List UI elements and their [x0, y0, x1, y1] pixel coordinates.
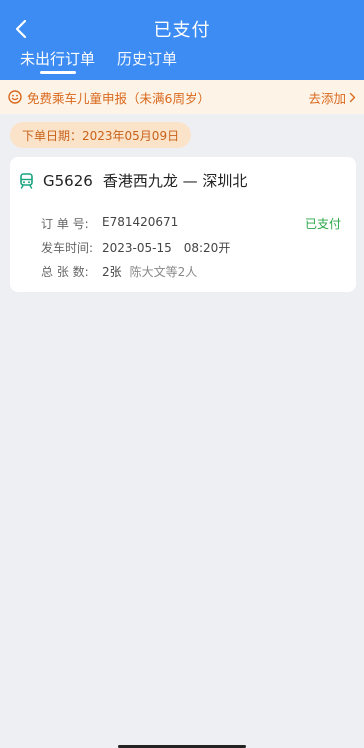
order-date-badge: 下单日期：2023年05月09日: [10, 122, 192, 148]
ticket-count-row: 2张 陈大文等2人: [102, 263, 197, 280]
departure-time: 2023-05-15 08:20开: [102, 241, 231, 255]
ticket-count: 2张: [102, 265, 122, 279]
order-number: E781420671: [102, 215, 179, 229]
passenger-names: 陈大文等2人: [129, 265, 198, 279]
departure-time-label: 发车时间:: [41, 241, 94, 255]
child-declaration-banner[interactable]: 免费乘车儿童申报（未满6周岁） 去添加: [0, 80, 364, 114]
train-row: G5626 香港西九龙 — 深圳北: [20, 170, 247, 191]
train-number: G5626: [43, 171, 93, 190]
tab-history-orders[interactable]: 历史订单: [117, 48, 177, 69]
train-icon: [20, 172, 33, 189]
add-child-link[interactable]: 去添加: [308, 88, 356, 107]
order-status: 已支付: [304, 217, 341, 231]
order-number-label: 订 单 号:: [41, 217, 89, 231]
notice-text: 免费乘车儿童申报（未满6周岁）: [27, 90, 210, 106]
route: 香港西九龙 — 深圳北: [102, 172, 248, 190]
add-child-label: 去添加: [308, 90, 346, 106]
active-tab-indicator: [40, 71, 76, 74]
tab-upcoming-orders[interactable]: 未出行订单: [20, 48, 95, 69]
ticket-count-label: 总 张 数:: [41, 265, 89, 279]
chevron-right-icon: [349, 92, 356, 102]
page-title: 已支付: [153, 20, 211, 41]
order-card[interactable]: G5626 香港西九龙 — 深圳北 已支付 订 单 号: E781420671 …: [10, 157, 356, 292]
header: 已支付 未出行订单 历史订单: [0, 0, 364, 80]
smile-icon: [8, 90, 22, 104]
